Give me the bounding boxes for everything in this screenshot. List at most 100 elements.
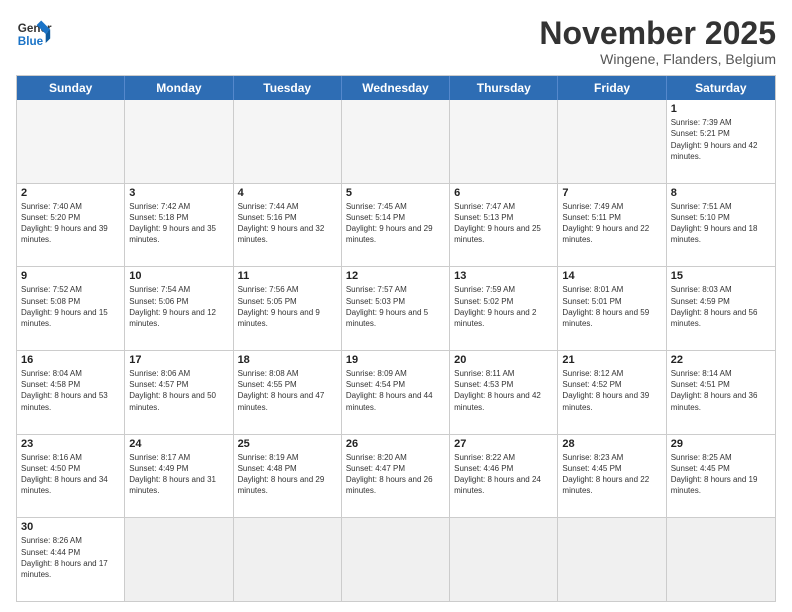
empty-cell xyxy=(125,518,233,601)
day-cell-16: 16 Sunrise: 8:04 AM Sunset: 4:58 PM Dayli… xyxy=(17,351,125,434)
day-info: Sunrise: 8:23 AM Sunset: 4:45 PM Dayligh… xyxy=(562,452,661,497)
day-number: 28 xyxy=(562,438,661,450)
empty-cell xyxy=(558,100,666,183)
day-info: Sunrise: 7:40 AM Sunset: 5:20 PM Dayligh… xyxy=(21,201,120,246)
title-block: November 2025 Wingene, Flanders, Belgium xyxy=(539,16,776,67)
day-cell-17: 17 Sunrise: 8:06 AM Sunset: 4:57 PM Dayli… xyxy=(125,351,233,434)
empty-cell xyxy=(234,100,342,183)
day-cell-14: 14 Sunrise: 8:01 AM Sunset: 5:01 PM Dayli… xyxy=(558,267,666,350)
day-info: Sunrise: 8:25 AM Sunset: 4:45 PM Dayligh… xyxy=(671,452,771,497)
day-number: 21 xyxy=(562,354,661,366)
page-header: General Blue November 2025 Wingene, Flan… xyxy=(16,16,776,67)
day-info: Sunrise: 7:39 AM Sunset: 5:21 PM Dayligh… xyxy=(671,117,771,162)
day-cell-8: 8Sunrise: 7:51 AM Sunset: 5:10 PM Daylig… xyxy=(667,184,775,267)
day-cell-19: 19 Sunrise: 8:09 AM Sunset: 4:54 PM Dayli… xyxy=(342,351,450,434)
day-cell-6: 6 Sunrise: 7:47 AM Sunset: 5:13 PM Daylig… xyxy=(450,184,558,267)
weekday-header-monday: Monday xyxy=(125,76,233,100)
day-cell-7: 7Sunrise: 7:49 AM Sunset: 5:11 PM Daylig… xyxy=(558,184,666,267)
empty-cell xyxy=(234,518,342,601)
day-info: Sunrise: 7:42 AM Sunset: 5:18 PM Dayligh… xyxy=(129,201,228,246)
day-number: 8 xyxy=(671,187,771,199)
weekday-header-sunday: Sunday xyxy=(17,76,125,100)
calendar-row-2: 2 Sunrise: 7:40 AM Sunset: 5:20 PM Daylig… xyxy=(17,184,775,268)
day-number: 6 xyxy=(454,187,553,199)
calendar-body: 1 Sunrise: 7:39 AM Sunset: 5:21 PM Daylig… xyxy=(17,100,775,601)
day-info: Sunrise: 8:08 AM Sunset: 4:55 PM Dayligh… xyxy=(238,368,337,413)
day-number: 16 xyxy=(21,354,120,366)
day-number: 25 xyxy=(238,438,337,450)
day-info: Sunrise: 8:01 AM Sunset: 5:01 PM Dayligh… xyxy=(562,284,661,329)
day-number: 29 xyxy=(671,438,771,450)
day-number: 12 xyxy=(346,270,445,282)
day-number: 13 xyxy=(454,270,553,282)
day-cell-20: 20Sunrise: 8:11 AM Sunset: 4:53 PM Dayli… xyxy=(450,351,558,434)
day-info: Sunrise: 7:44 AM Sunset: 5:16 PM Dayligh… xyxy=(238,201,337,246)
day-cell-22: 22Sunrise: 8:14 AM Sunset: 4:51 PM Dayli… xyxy=(667,351,775,434)
day-cell-10: 10Sunrise: 7:54 AM Sunset: 5:06 PM Dayli… xyxy=(125,267,233,350)
day-cell-29: 29 Sunrise: 8:25 AM Sunset: 4:45 PM Dayli… xyxy=(667,435,775,518)
day-number: 14 xyxy=(562,270,661,282)
day-number: 19 xyxy=(346,354,445,366)
day-number: 5 xyxy=(346,187,445,199)
day-info: Sunrise: 7:52 AM Sunset: 5:08 PM Dayligh… xyxy=(21,284,120,329)
day-number: 27 xyxy=(454,438,553,450)
day-cell-24: 24Sunrise: 8:17 AM Sunset: 4:49 PM Dayli… xyxy=(125,435,233,518)
empty-cell xyxy=(342,100,450,183)
day-cell-28: 28 Sunrise: 8:23 AM Sunset: 4:45 PM Dayli… xyxy=(558,435,666,518)
calendar: SundayMondayTuesdayWednesdayThursdayFrid… xyxy=(16,75,776,602)
day-number: 9 xyxy=(21,270,120,282)
day-number: 20 xyxy=(454,354,553,366)
calendar-header: SundayMondayTuesdayWednesdayThursdayFrid… xyxy=(17,76,775,100)
day-number: 26 xyxy=(346,438,445,450)
calendar-row-6: 30Sunrise: 8:26 AM Sunset: 4:44 PM Dayli… xyxy=(17,518,775,601)
day-number: 1 xyxy=(671,103,771,115)
month-title: November 2025 xyxy=(539,16,776,51)
day-cell-4: 4 Sunrise: 7:44 AM Sunset: 5:16 PM Daylig… xyxy=(234,184,342,267)
day-cell-15: 15 Sunrise: 8:03 AM Sunset: 4:59 PM Dayli… xyxy=(667,267,775,350)
calendar-row-1: 1 Sunrise: 7:39 AM Sunset: 5:21 PM Daylig… xyxy=(17,100,775,184)
day-number: 15 xyxy=(671,270,771,282)
empty-cell xyxy=(450,518,558,601)
day-info: Sunrise: 8:06 AM Sunset: 4:57 PM Dayligh… xyxy=(129,368,228,413)
day-info: Sunrise: 8:09 AM Sunset: 4:54 PM Dayligh… xyxy=(346,368,445,413)
day-cell-30: 30Sunrise: 8:26 AM Sunset: 4:44 PM Dayli… xyxy=(17,518,125,601)
day-number: 18 xyxy=(238,354,337,366)
day-info: Sunrise: 8:20 AM Sunset: 4:47 PM Dayligh… xyxy=(346,452,445,497)
day-number: 23 xyxy=(21,438,120,450)
day-cell-9: 9 Sunrise: 7:52 AM Sunset: 5:08 PM Daylig… xyxy=(17,267,125,350)
day-cell-1: 1 Sunrise: 7:39 AM Sunset: 5:21 PM Daylig… xyxy=(667,100,775,183)
calendar-page: General Blue November 2025 Wingene, Flan… xyxy=(0,0,792,612)
logo: General Blue xyxy=(16,16,52,52)
day-cell-2: 2 Sunrise: 7:40 AM Sunset: 5:20 PM Daylig… xyxy=(17,184,125,267)
empty-cell xyxy=(342,518,450,601)
day-cell-23: 23 Sunrise: 8:16 AM Sunset: 4:50 PM Dayli… xyxy=(17,435,125,518)
day-cell-13: 13Sunrise: 7:59 AM Sunset: 5:02 PM Dayli… xyxy=(450,267,558,350)
day-info: Sunrise: 8:04 AM Sunset: 4:58 PM Dayligh… xyxy=(21,368,120,413)
day-info: Sunrise: 7:49 AM Sunset: 5:11 PM Dayligh… xyxy=(562,201,661,246)
day-cell-25: 25 Sunrise: 8:19 AM Sunset: 4:48 PM Dayli… xyxy=(234,435,342,518)
day-cell-21: 21Sunrise: 8:12 AM Sunset: 4:52 PM Dayli… xyxy=(558,351,666,434)
weekday-header-friday: Friday xyxy=(558,76,666,100)
day-info: Sunrise: 7:47 AM Sunset: 5:13 PM Dayligh… xyxy=(454,201,553,246)
day-number: 4 xyxy=(238,187,337,199)
day-info: Sunrise: 8:16 AM Sunset: 4:50 PM Dayligh… xyxy=(21,452,120,497)
day-number: 22 xyxy=(671,354,771,366)
day-cell-26: 26 Sunrise: 8:20 AM Sunset: 4:47 PM Dayli… xyxy=(342,435,450,518)
empty-cell xyxy=(558,518,666,601)
day-cell-11: 11 Sunrise: 7:56 AM Sunset: 5:05 PM Dayli… xyxy=(234,267,342,350)
logo-icon: General Blue xyxy=(16,16,52,52)
day-number: 3 xyxy=(129,187,228,199)
day-number: 17 xyxy=(129,354,228,366)
empty-cell xyxy=(450,100,558,183)
day-info: Sunrise: 7:57 AM Sunset: 5:03 PM Dayligh… xyxy=(346,284,445,329)
day-number: 11 xyxy=(238,270,337,282)
day-info: Sunrise: 7:56 AM Sunset: 5:05 PM Dayligh… xyxy=(238,284,337,329)
day-number: 2 xyxy=(21,187,120,199)
day-cell-5: 5Sunrise: 7:45 AM Sunset: 5:14 PM Daylig… xyxy=(342,184,450,267)
empty-cell xyxy=(17,100,125,183)
day-info: Sunrise: 8:03 AM Sunset: 4:59 PM Dayligh… xyxy=(671,284,771,329)
day-info: Sunrise: 8:19 AM Sunset: 4:48 PM Dayligh… xyxy=(238,452,337,497)
location: Wingene, Flanders, Belgium xyxy=(539,51,776,67)
day-cell-3: 3 Sunrise: 7:42 AM Sunset: 5:18 PM Daylig… xyxy=(125,184,233,267)
weekday-header-saturday: Saturday xyxy=(667,76,775,100)
